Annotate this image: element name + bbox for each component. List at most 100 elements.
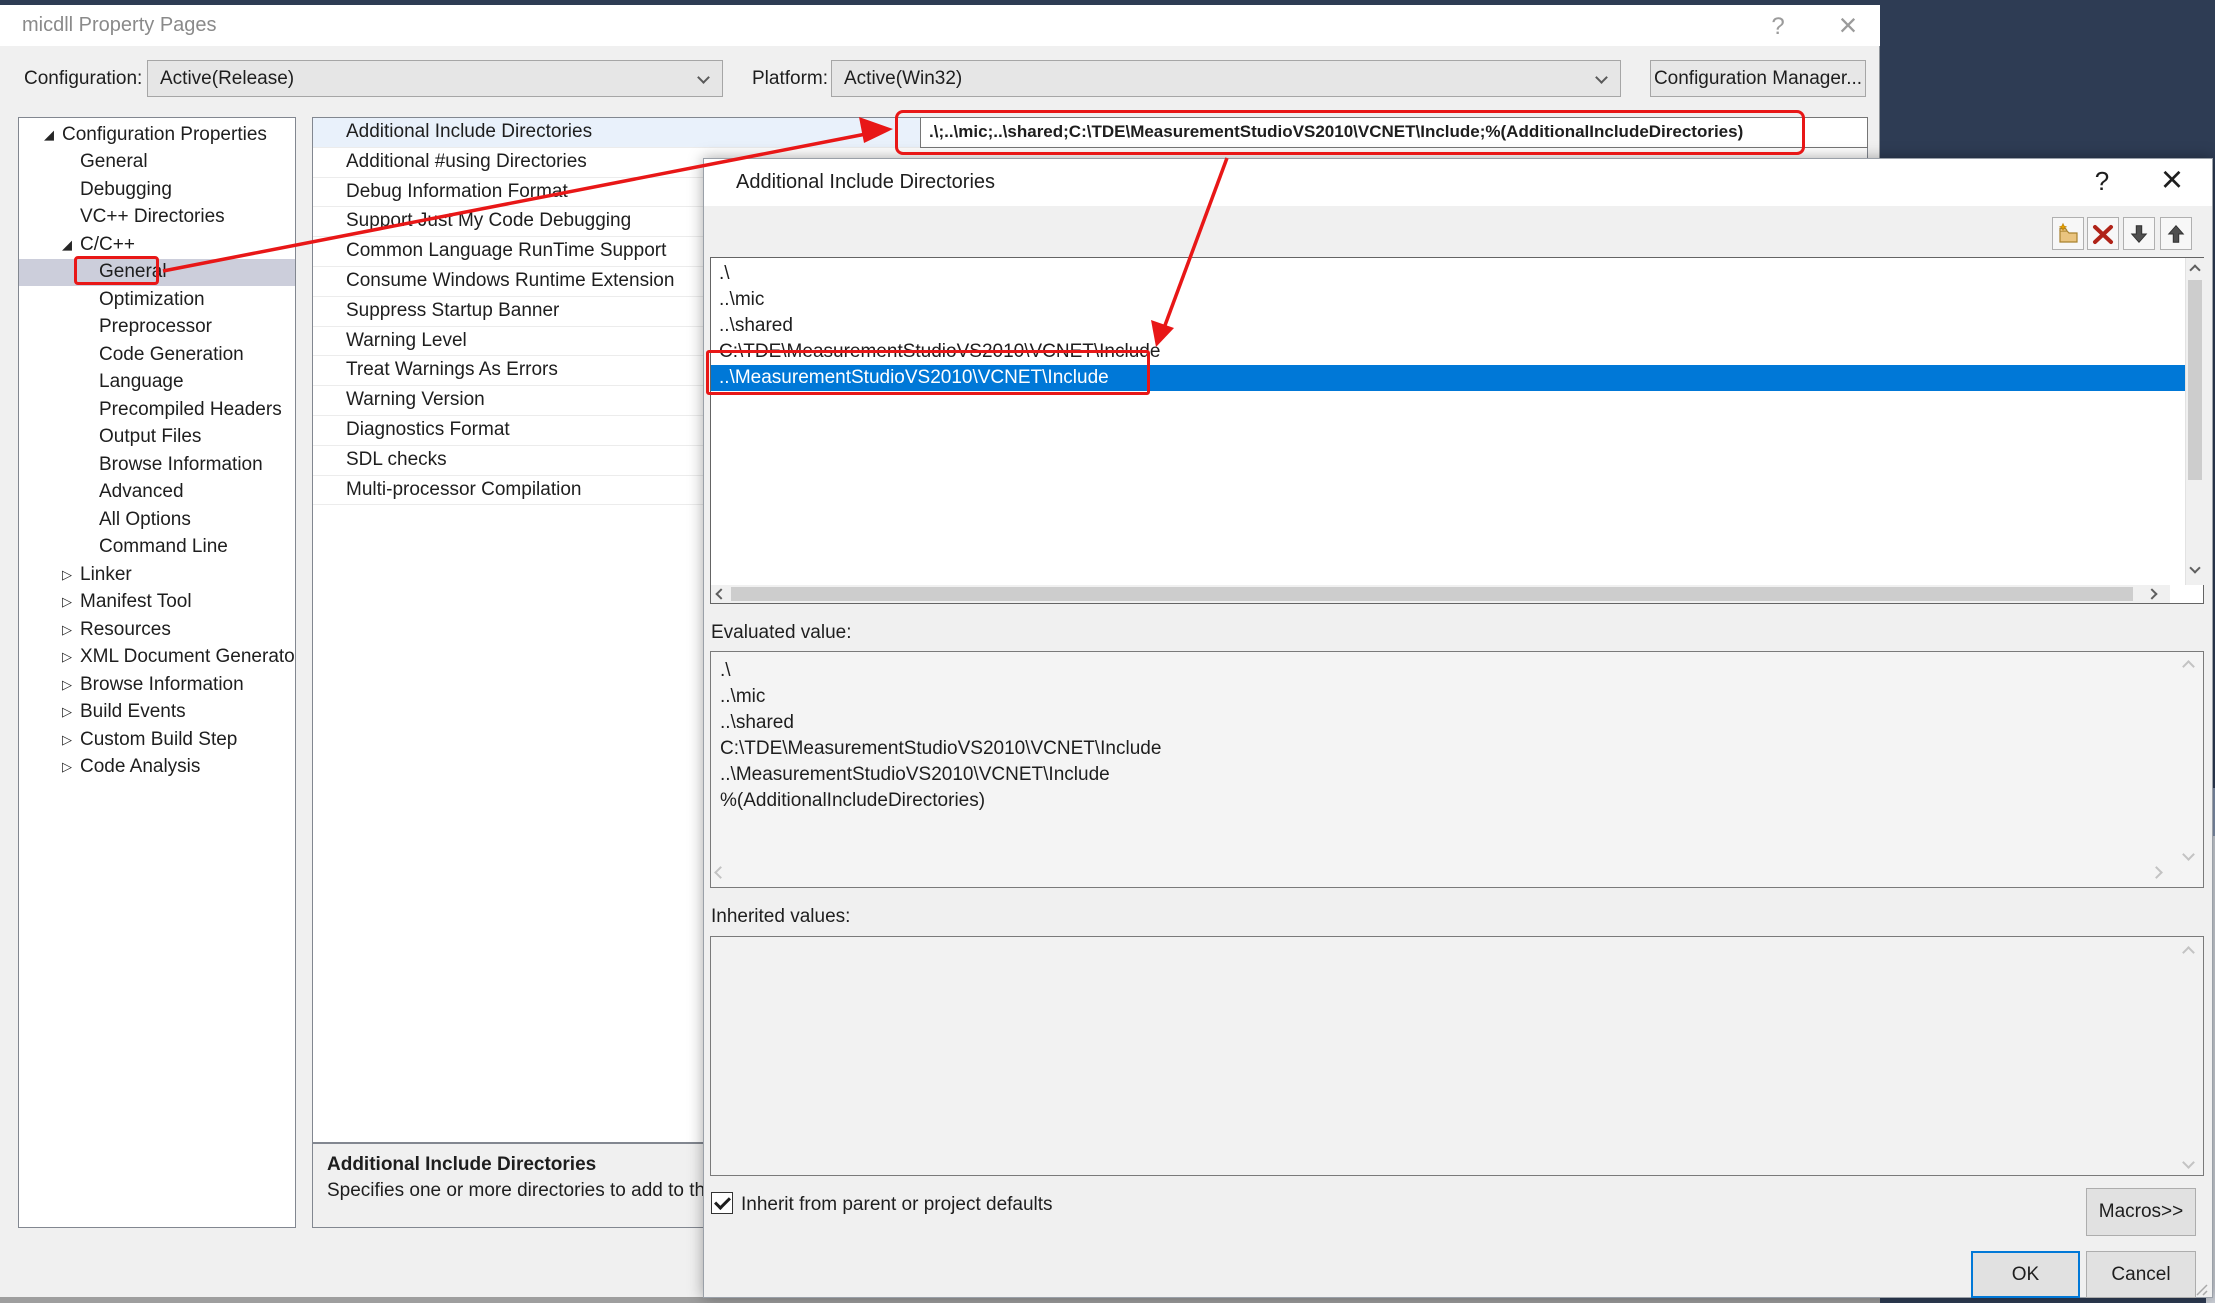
help-icon[interactable]: ? (1762, 12, 1794, 42)
evaluated-line: C:\TDE\MeasurementStudioVS2010\VCNET\Inc… (720, 736, 2120, 762)
tree-item[interactable]: ▷ Build Events (19, 699, 295, 727)
scroll-up-icon[interactable] (2189, 264, 2200, 275)
tree-item[interactable]: ▷ Code Analysis (19, 754, 295, 782)
tree-item-label: General (99, 261, 167, 283)
list-item[interactable]: ..\shared (711, 313, 2185, 339)
tree-item[interactable]: Debugging (19, 176, 295, 204)
directory-path: ..\MeasurementStudioVS2010\VCNET\Include (719, 367, 1109, 388)
tree-item[interactable]: Preprocessor (19, 314, 295, 342)
tree-item[interactable]: ◢ C/C++ (19, 231, 295, 259)
tree-item[interactable]: Precompiled Headers (19, 396, 295, 424)
new-line-button[interactable] (2052, 217, 2084, 250)
tree-item-label: Debugging (80, 179, 172, 201)
property-name: Diagnostics Format (346, 419, 510, 440)
tree-item[interactable]: ▷ Resources (19, 616, 295, 644)
close-icon[interactable]: × (1828, 6, 1868, 46)
list-item[interactable]: C:\TDE\MeasurementStudioVS2010\VCNET\Inc… (711, 339, 2185, 365)
evaluated-line: ..\mic (720, 684, 2120, 710)
tree-item-label: Manifest Tool (80, 591, 192, 613)
tree-item[interactable]: Command Line (19, 534, 295, 562)
tree-item[interactable]: Advanced (19, 479, 295, 507)
list-item[interactable]: ..\MeasurementStudioVS2010\VCNET\Include (711, 365, 2185, 391)
property-name: Warning Level (346, 330, 467, 351)
tree-item-label: General (80, 151, 148, 173)
tree-item[interactable]: Language (19, 369, 295, 397)
new-folder-icon (2056, 222, 2080, 246)
scroll-right-icon[interactable] (2146, 588, 2157, 599)
tree-expander-icon[interactable]: ▷ (62, 732, 80, 748)
list-item[interactable]: .\ (711, 261, 2185, 287)
tree-item[interactable]: ▷ Custom Build Step (19, 726, 295, 754)
delete-x-icon (2091, 222, 2115, 246)
tree-item[interactable]: VC++ Directories (19, 204, 295, 232)
tree-item[interactable]: ◢ Configuration Properties (19, 121, 295, 149)
tree-item[interactable]: Optimization (19, 286, 295, 314)
macros-button[interactable]: Macros>> (2086, 1188, 2196, 1236)
tree-item-label: Configuration Properties (62, 124, 267, 146)
list-item[interactable]: ..\mic (711, 287, 2185, 313)
delete-button[interactable] (2087, 217, 2119, 250)
tree-expander-icon[interactable]: ▷ (62, 704, 80, 720)
configuration-label: Configuration: (24, 64, 142, 94)
tree-item[interactable]: ▷ Manifest Tool (19, 589, 295, 617)
tree-item-label: Precompiled Headers (99, 399, 282, 421)
tree-expander-icon[interactable]: ▷ (62, 759, 80, 775)
property-name: Warning Version (346, 389, 485, 410)
property-name: Debug Information Format (346, 181, 568, 202)
additional-include-directories-value[interactable]: .\;..\mic;..\shared;C:\TDE\MeasurementSt… (920, 117, 1868, 148)
move-down-button[interactable] (2123, 217, 2155, 250)
tree-item[interactable]: Browse Information (19, 451, 295, 479)
move-up-button[interactable] (2160, 217, 2192, 250)
scroll-left-icon[interactable] (715, 588, 726, 599)
scrollbar-thumb[interactable] (731, 587, 2133, 601)
list-vertical-scrollbar[interactable] (2185, 258, 2204, 585)
resize-grip-icon[interactable] (2194, 1282, 2208, 1296)
tree-item-label: Output Files (99, 426, 201, 448)
directory-path: .\ (719, 263, 730, 284)
tree-item-label: C/C++ (80, 234, 135, 256)
dialog-help-icon[interactable]: ? (2086, 165, 2118, 197)
property-name: Consume Windows Runtime Extension (346, 270, 674, 291)
scrollbar-thumb[interactable] (2188, 280, 2202, 480)
tree-item[interactable]: ▷ XML Document Generator (19, 644, 295, 672)
tree-item[interactable]: ▷ Browse Information (19, 671, 295, 699)
chevron-down-icon (697, 71, 710, 84)
dialog-close-icon[interactable]: × (2150, 158, 2194, 204)
tree-expander-icon[interactable]: ▷ (62, 567, 80, 583)
dialog-title: Additional Include Directories (736, 159, 995, 206)
configuration-select[interactable]: Active(Release) (147, 60, 723, 97)
tree-expander-icon[interactable]: ◢ (62, 237, 80, 253)
tree-expander-icon[interactable]: ◢ (44, 127, 62, 143)
tree-item[interactable]: All Options (19, 506, 295, 534)
property-name: Suppress Startup Banner (346, 300, 559, 321)
tree-item-label: Code Analysis (80, 756, 200, 778)
ok-button[interactable]: OK (1971, 1251, 2080, 1298)
tree-expander-icon[interactable]: ▷ (62, 677, 80, 693)
list-horizontal-scrollbar[interactable] (711, 585, 2170, 603)
platform-select[interactable]: Active(Win32) (831, 60, 1621, 97)
tree-item[interactable]: Output Files (19, 424, 295, 452)
window-titlebar[interactable] (0, 5, 1880, 46)
tree-expander-icon[interactable]: ▷ (62, 622, 80, 638)
tree-item-label: Code Generation (99, 344, 244, 366)
property-name: Common Language RunTime Support (346, 240, 666, 261)
tree-item[interactable]: General (19, 259, 295, 287)
tree-item-label: Optimization (99, 289, 205, 311)
chevron-down-icon (1595, 71, 1608, 84)
scroll-down-icon[interactable] (2189, 562, 2200, 573)
tree-item[interactable]: Code Generation (19, 341, 295, 369)
inherit-checkbox-label[interactable]: Inherit from parent or project defaults (741, 1194, 1053, 1216)
configuration-manager-button[interactable]: Configuration Manager... (1650, 60, 1866, 97)
property-name: Multi-processor Compilation (346, 479, 581, 500)
cancel-button[interactable]: Cancel (2086, 1251, 2196, 1298)
tree-item[interactable]: General (19, 149, 295, 177)
evaluated-line: ..\shared (720, 710, 2120, 736)
evaluated-line: %(AdditionalIncludeDirectories) (720, 788, 2120, 814)
property-name: SDL checks (346, 449, 447, 470)
inherited-values-box (710, 936, 2204, 1176)
tree-expander-icon[interactable]: ▷ (62, 649, 80, 665)
tree-expander-icon[interactable]: ▷ (62, 594, 80, 610)
tree-item-label: Advanced (99, 481, 184, 503)
inherit-checkbox[interactable] (711, 1192, 733, 1214)
tree-item[interactable]: ▷ Linker (19, 561, 295, 589)
